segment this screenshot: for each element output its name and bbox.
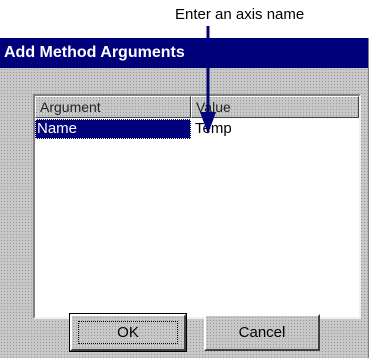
annotation-callout: Enter an axis name — [175, 6, 305, 23]
list-header: Argument Value — [35, 96, 359, 118]
cancel-button[interactable]: Cancel — [204, 314, 320, 351]
column-header-argument[interactable]: Argument — [35, 96, 191, 118]
argument-cell[interactable]: Name — [35, 119, 191, 139]
ok-button[interactable]: OK — [69, 313, 187, 352]
value-cell[interactable]: Temp — [195, 119, 359, 139]
dialog-title-bar[interactable]: Add Method Arguments — [0, 38, 368, 68]
list-row[interactable]: Name Temp — [35, 119, 359, 139]
add-method-arguments-dialog: Add Method Arguments Argument Value Name… — [0, 38, 369, 358]
annotation-arrow-icon — [200, 26, 216, 134]
arguments-list-view[interactable]: Argument Value Name Temp — [33, 94, 361, 319]
focus-rectangle — [78, 321, 178, 344]
screenshot: Enter an axis name Add Method Arguments … — [0, 0, 380, 358]
dialog-title: Add Method Arguments — [4, 44, 185, 61]
cancel-button-label: Cancel — [238, 324, 286, 341]
